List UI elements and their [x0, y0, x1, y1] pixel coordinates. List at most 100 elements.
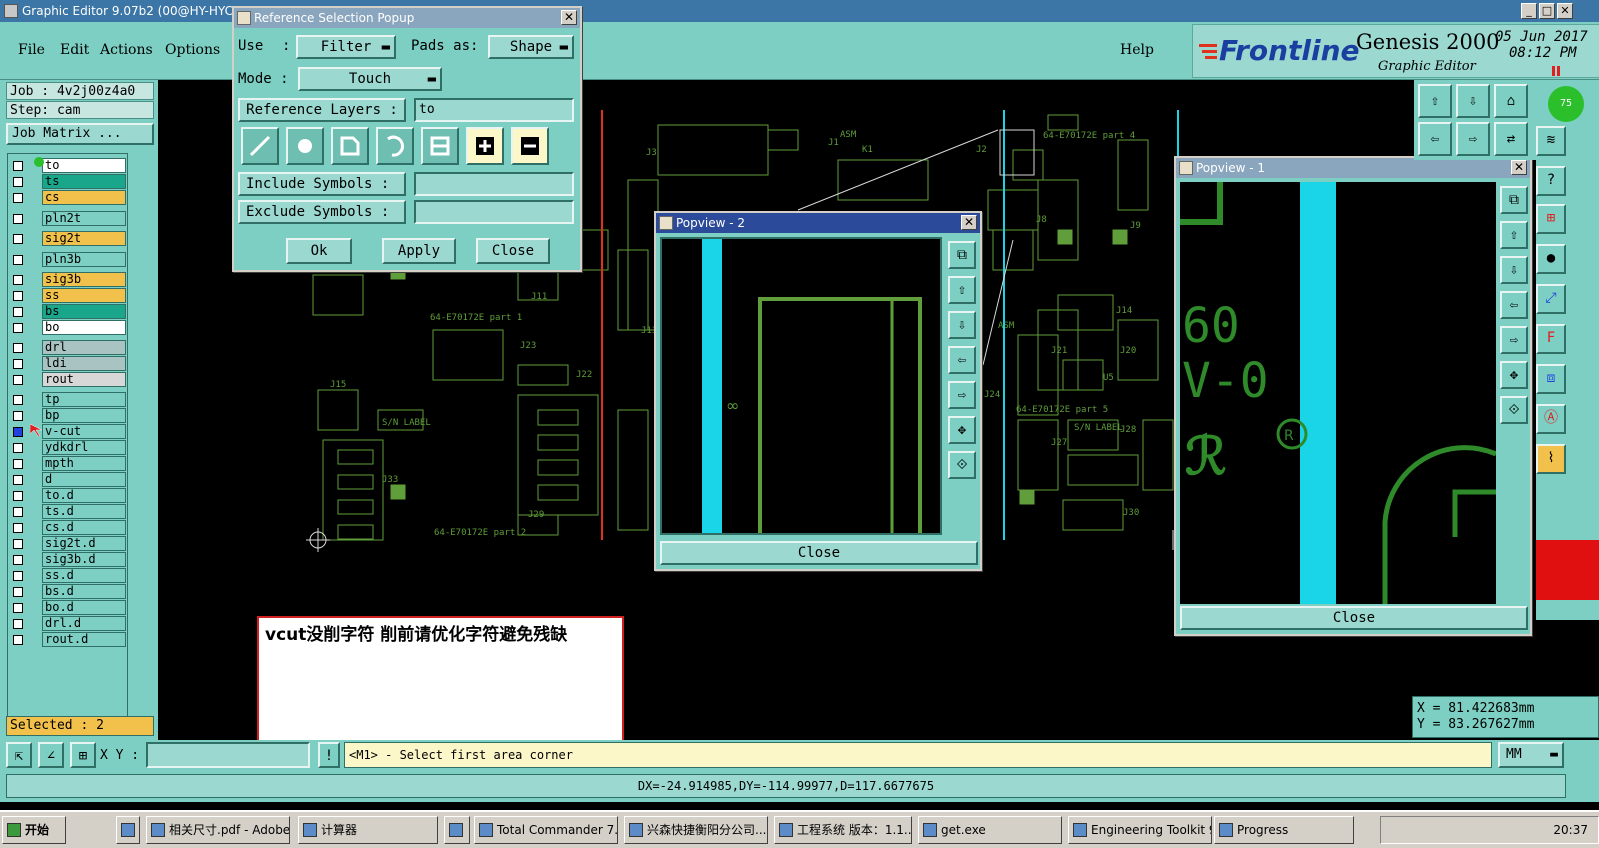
layer-row-ts.d[interactable]: ts.d	[10, 504, 128, 519]
snap-icon[interactable]: ⇱	[6, 742, 32, 768]
exclude-symbols-button[interactable]: Exclude Symbols :	[238, 200, 406, 224]
layer-checkbox[interactable]	[13, 395, 23, 405]
popview-2-close-x[interactable]: ✕	[961, 215, 977, 230]
taskbar-item[interactable]: Total Commander 7.0 ...	[474, 816, 618, 844]
start-button[interactable]: 开始	[2, 816, 66, 844]
layer-checkbox[interactable]	[13, 507, 23, 517]
positive-polarity-icon[interactable]	[466, 127, 504, 165]
layer-checkbox[interactable]	[13, 443, 23, 453]
layer-row-drl.d[interactable]: drl.d	[10, 616, 128, 631]
layer-checkbox[interactable]	[13, 411, 23, 421]
layer-checkbox[interactable]	[13, 255, 23, 265]
layer-row-v-cut[interactable]: v-cut	[10, 424, 128, 439]
layer-checkbox[interactable]	[13, 427, 23, 437]
taskbar-item[interactable]: 工程系统 版本：1.1...	[774, 816, 912, 844]
ref-popup-close-x[interactable]: ✕	[561, 10, 577, 25]
layer-tree-icon[interactable]: ⊞	[1536, 204, 1566, 234]
taskbar-item[interactable]: 计算器	[298, 816, 438, 844]
pan-down-icon[interactable]: ⇩	[1500, 256, 1528, 284]
exclude-symbols-input[interactable]	[414, 200, 574, 224]
zoom-fit-icon[interactable]: ✥	[948, 416, 976, 444]
layer-row-bo.d[interactable]: bo.d	[10, 600, 128, 615]
popview-1-canvas[interactable]: 60 V-0 ℛ R	[1180, 182, 1497, 604]
layer-row-bs.d[interactable]: bs.d	[10, 584, 128, 599]
help-icon[interactable]: ?	[1536, 166, 1566, 196]
view-left-icon[interactable]: ⇦	[1418, 122, 1452, 156]
pan-down-icon[interactable]: ⇩	[948, 311, 976, 339]
surface-tool-icon[interactable]	[331, 127, 369, 165]
route-icon[interactable]: ⌇	[1536, 444, 1566, 474]
layer-checkbox[interactable]	[13, 459, 23, 469]
layer-checkbox[interactable]	[13, 307, 23, 317]
taskbar-item[interactable]: get.exe	[918, 816, 1062, 844]
layer-checkbox[interactable]	[13, 635, 23, 645]
pan-up-icon[interactable]: ⇧	[1500, 221, 1528, 249]
line-tool-icon[interactable]	[241, 127, 279, 165]
units-dropdown[interactable]: MM ▬	[1498, 742, 1564, 768]
layer-row-sig2t.d[interactable]: sig2t.d	[10, 536, 128, 551]
zoom-home-icon[interactable]: ⟐	[1500, 396, 1528, 424]
maximize-button[interactable]: □	[1539, 3, 1555, 19]
layer-checkbox[interactable]	[13, 291, 23, 301]
layer-checkbox[interactable]	[13, 323, 23, 333]
layer-checkbox[interactable]	[13, 475, 23, 485]
wave-icon[interactable]: ≋	[1536, 126, 1566, 156]
layer-checkbox[interactable]	[13, 523, 23, 533]
layer-checkbox[interactable]	[13, 491, 23, 501]
layer-checkbox[interactable]	[13, 193, 23, 203]
grid-icon[interactable]: ⊞	[70, 742, 96, 768]
view-swap-icon[interactable]: ⇄	[1494, 122, 1528, 156]
layer-row-ss.d[interactable]: ss.d	[10, 568, 128, 583]
layer-checkbox[interactable]	[13, 359, 23, 369]
pad-black-icon[interactable]: ●	[1536, 244, 1566, 274]
taskbar-item[interactable]: Engineering Toolkit 9.0...	[1068, 816, 1212, 844]
layer-row-sig3b.d[interactable]: sig3b.d	[10, 552, 128, 567]
filter-icon[interactable]: Ϝ	[1536, 324, 1566, 354]
drc-icon[interactable]: Ⓐ	[1536, 404, 1566, 434]
popview-2-close-button[interactable]: Close	[660, 541, 978, 565]
pan-left-icon[interactable]: ⇦	[1500, 291, 1528, 319]
minimize-button[interactable]: _	[1521, 3, 1537, 19]
pan-up-icon[interactable]: ⇧	[948, 276, 976, 304]
layer-row-bo[interactable]: bo	[10, 320, 128, 335]
popview-2-canvas[interactable]: ∞	[660, 237, 942, 535]
taskbar-item[interactable]: 相关尺寸.pdf - Adobe...	[146, 816, 290, 844]
angle-icon[interactable]: ∠	[38, 742, 64, 768]
job-matrix-button[interactable]: Job Matrix ...	[6, 123, 154, 145]
layer-row-to[interactable]: to	[10, 158, 128, 173]
quicklaunch-ie-icon[interactable]	[444, 816, 470, 844]
quicklaunch-icon[interactable]	[116, 816, 140, 844]
layer-row-ldi[interactable]: ldi	[10, 356, 128, 371]
layer-checkbox[interactable]	[13, 177, 23, 187]
layer-row-bs[interactable]: bs	[10, 304, 128, 319]
view-down-icon[interactable]: ⇩	[1456, 84, 1490, 118]
layer-row-bp[interactable]: bp	[10, 408, 128, 423]
negative-polarity-icon[interactable]	[511, 127, 549, 165]
layer-row-drl[interactable]: drl	[10, 340, 128, 355]
pan-right-icon[interactable]: ⇨	[948, 381, 976, 409]
layer-checkbox[interactable]	[13, 603, 23, 613]
menu-actions[interactable]: Actions	[100, 42, 153, 58]
layer-row-pln2t[interactable]: pln2t	[10, 211, 128, 226]
layer-checkbox[interactable]	[13, 343, 23, 353]
zoom-home-icon[interactable]: ⟐	[948, 451, 976, 479]
layer-row-mpth[interactable]: mpth	[10, 456, 128, 471]
include-symbols-button[interactable]: Include Symbols :	[238, 172, 406, 196]
layer-checkbox[interactable]	[13, 234, 23, 244]
text-tool-icon[interactable]	[421, 127, 459, 165]
layer-row-cs[interactable]: cs	[10, 190, 128, 205]
apply-button[interactable]: Apply	[382, 238, 456, 264]
close-button[interactable]: Close	[476, 238, 550, 264]
use-dropdown[interactable]: Filter ▬	[296, 35, 396, 59]
layer-row-ts[interactable]: ts	[10, 174, 128, 189]
layer-checkbox[interactable]	[13, 571, 23, 581]
layer-row-to.d[interactable]: to.d	[10, 488, 128, 503]
popview-1-close-x[interactable]: ✕	[1511, 160, 1527, 175]
layer-row-sig3b[interactable]: sig3b	[10, 272, 128, 287]
layer-row-tp[interactable]: tp	[10, 392, 128, 407]
zoom-fit-icon[interactable]: ✥	[1500, 361, 1528, 389]
layer-row-ydkdrl[interactable]: ydkdrl	[10, 440, 128, 455]
taskbar-item[interactable]: Progress	[1214, 816, 1354, 844]
reference-layers-button[interactable]: Reference Layers :	[238, 98, 406, 122]
layer-row-ss[interactable]: ss	[10, 288, 128, 303]
